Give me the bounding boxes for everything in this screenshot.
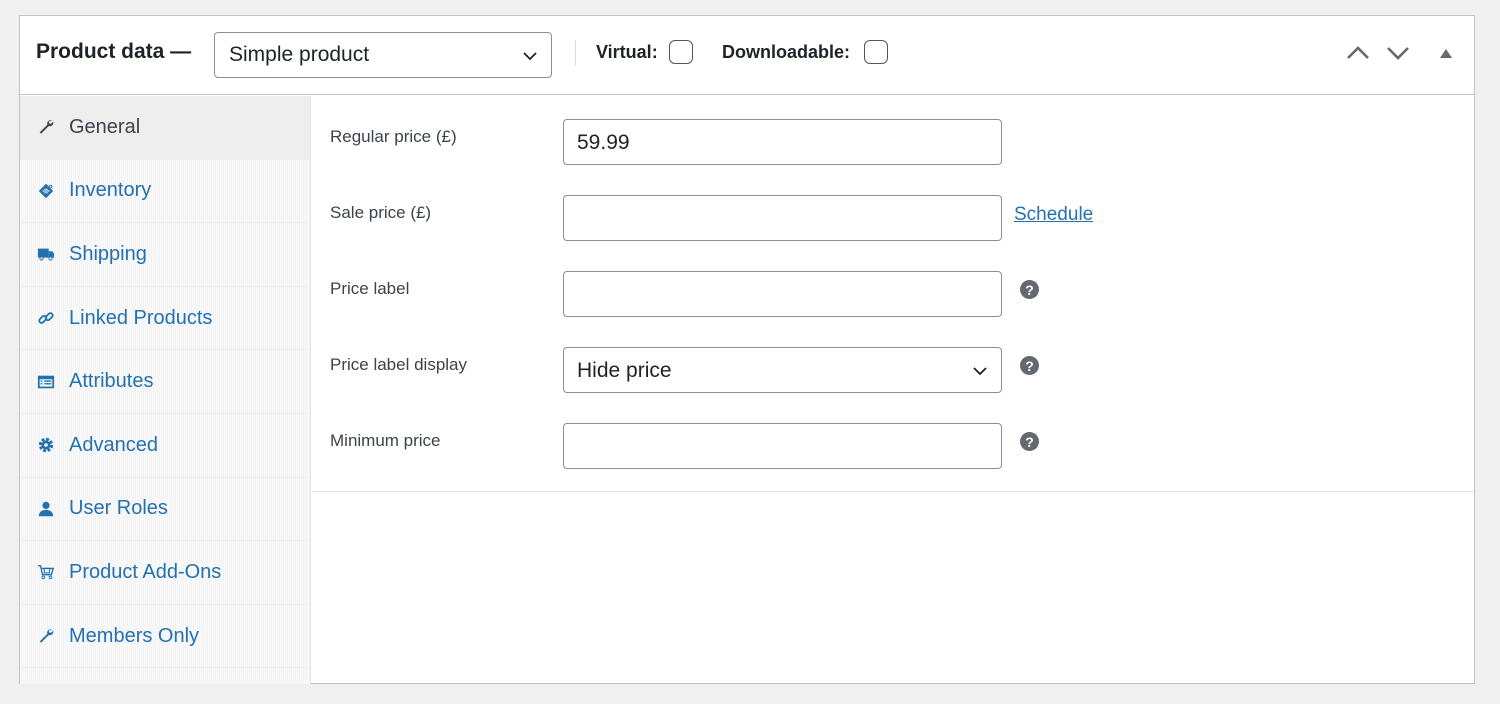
chevron-down-icon[interactable] <box>1386 43 1410 63</box>
schedule-link[interactable]: Schedule <box>1014 204 1093 226</box>
tab-advanced[interactable]: Advanced <box>20 414 310 478</box>
list-view-icon <box>36 372 56 392</box>
tab-label: General <box>69 115 141 138</box>
panel-header: Product data — Simple product Virtual: D… <box>20 16 1474 95</box>
general-tab-panel: Regular price (£) 59.99 Sale price (£) S… <box>312 96 1474 492</box>
tab-label: Members Only <box>69 624 200 647</box>
link-icon <box>36 308 56 328</box>
regular-price-label: Regular price (£) <box>330 127 457 146</box>
wrench-icon <box>36 626 56 646</box>
tab-attributes[interactable]: Attributes <box>20 350 310 414</box>
price-label-row: Price label ? <box>312 271 1474 317</box>
minimum-price-input[interactable] <box>563 423 1002 469</box>
help-icon[interactable]: ? <box>1020 432 1039 451</box>
downloadable-label: Downloadable: <box>722 42 851 62</box>
tag-icon <box>36 181 56 201</box>
user-icon <box>36 499 56 519</box>
product-data-panel: Product data — Simple product Virtual: D… <box>19 15 1475 684</box>
tab-label: Advanced <box>69 433 158 456</box>
sale-price-row: Sale price (£) Schedule <box>312 195 1474 241</box>
product-type-select[interactable]: Simple product <box>214 32 552 78</box>
truck-icon <box>36 244 56 264</box>
product-type-value: Simple product <box>229 43 370 66</box>
tab-label: Attributes <box>69 370 154 393</box>
sale-price-input[interactable] <box>563 195 1002 241</box>
minimum-price-label: Minimum price <box>330 431 441 450</box>
help-icon[interactable]: ? <box>1020 280 1039 299</box>
panel-title: Product data — <box>36 40 192 63</box>
virtual-checkbox[interactable] <box>669 40 693 64</box>
wrench-icon <box>36 117 56 137</box>
cart-icon <box>36 562 56 582</box>
sale-price-label: Sale price (£) <box>330 203 432 222</box>
minimum-price-row: Minimum price ? <box>312 423 1474 469</box>
tab-linked-products[interactable]: Linked Products <box>20 287 310 351</box>
help-icon[interactable]: ? <box>1020 356 1039 375</box>
chevron-up-icon[interactable] <box>1346 43 1370 63</box>
virtual-label: Virtual: <box>596 42 658 62</box>
price-label-display-select[interactable]: Hide price <box>563 347 1002 393</box>
tab-shipping[interactable]: Shipping <box>20 223 310 287</box>
tab-user-roles[interactable]: User Roles <box>20 478 310 542</box>
price-label-display-value: Hide price <box>577 359 672 382</box>
tab-label: Inventory <box>69 179 152 202</box>
tab-product-add-ons[interactable]: Product Add-Ons <box>20 541 310 605</box>
product-data-tabs: General Inventory Shipping Linked Produc… <box>20 96 311 684</box>
header-divider <box>575 40 576 66</box>
price-label-display-row: Price label display Hide price ? <box>312 347 1474 393</box>
regular-price-row: Regular price (£) 59.99 <box>312 119 1474 165</box>
regular-price-input[interactable]: 59.99 <box>563 119 1002 165</box>
triangle-up-icon[interactable] <box>1436 43 1456 63</box>
tab-label: User Roles <box>69 497 168 520</box>
gear-icon <box>36 435 56 455</box>
tab-label: Linked Products <box>69 306 213 329</box>
chevron-down-icon <box>523 52 537 61</box>
price-label-display-label: Price label display <box>330 355 468 374</box>
chevron-down-icon <box>973 367 987 376</box>
tab-label: Product Add-Ons <box>69 560 222 583</box>
tab-members-only[interactable]: Members Only <box>20 605 310 669</box>
downloadable-checkbox[interactable] <box>864 40 888 64</box>
tab-general[interactable]: General <box>20 96 310 160</box>
tab-label: Shipping <box>69 242 147 265</box>
tab-inventory[interactable]: Inventory <box>20 160 310 224</box>
price-label-input[interactable] <box>563 271 1002 317</box>
price-label-label: Price label <box>330 279 410 298</box>
